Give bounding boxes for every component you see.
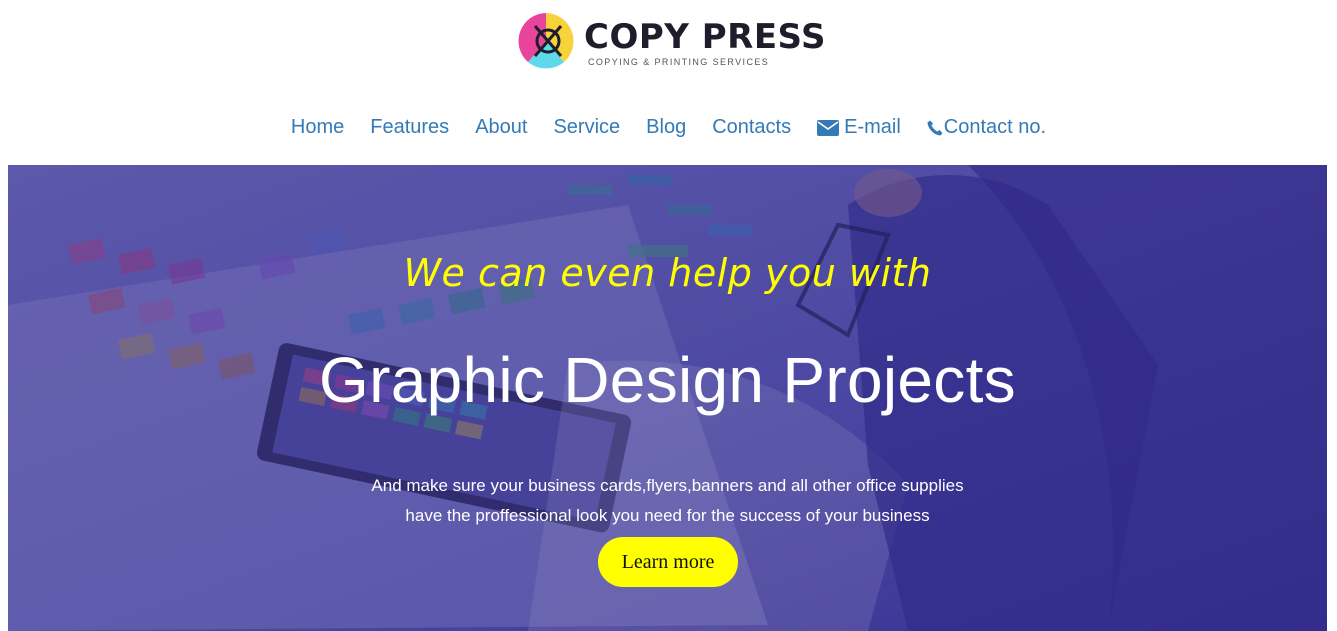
hero-description-line-1: And make sure your business cards,flyers… bbox=[371, 476, 964, 495]
learn-more-button[interactable]: Learn more bbox=[598, 537, 738, 587]
hero-banner: We can even help you with Graphic Design… bbox=[8, 165, 1327, 631]
nav-features-label: Features bbox=[370, 116, 450, 138]
brand-tagline: COPYING & PRINTING SERVICES bbox=[588, 57, 770, 67]
nav-contact-number[interactable]: Contact no. bbox=[927, 116, 1046, 139]
nav-email[interactable]: E-mail bbox=[817, 116, 901, 139]
nav-blog[interactable]: Blog bbox=[646, 116, 686, 139]
hero-description-line-2: have the proffessional look you need for… bbox=[405, 506, 930, 525]
nav-blog-label: Blog bbox=[646, 116, 687, 138]
nav-service[interactable]: Service bbox=[553, 116, 620, 139]
hero-description: And make sure your business cards,flyers… bbox=[8, 471, 1327, 531]
envelope-icon bbox=[817, 119, 840, 136]
hero-title: Graphic Design Projects bbox=[319, 344, 1016, 416]
phone-icon bbox=[927, 120, 943, 135]
nav-contacts[interactable]: Contacts bbox=[712, 116, 791, 139]
nav-email-label: E-mail bbox=[844, 116, 901, 138]
brand-name: COPY PRESS bbox=[584, 17, 827, 57]
site-header: COPY PRESS COPYING & PRINTING SERVICES H… bbox=[0, 0, 1337, 165]
nav-home[interactable]: Home bbox=[291, 116, 344, 139]
main-nav: Home Features About Service Blog Contact… bbox=[0, 116, 1337, 139]
nav-service-label: Service bbox=[553, 116, 621, 138]
logo[interactable]: COPY PRESS COPYING & PRINTING SERVICES bbox=[518, 8, 826, 74]
nav-about-label: About bbox=[475, 116, 528, 138]
nav-about[interactable]: About bbox=[475, 116, 527, 139]
nav-contacts-label: Contacts bbox=[712, 116, 792, 138]
nav-home-label: Home bbox=[290, 116, 345, 138]
logo-mark-icon bbox=[518, 13, 574, 69]
nav-contact-number-label: Contact no. bbox=[943, 116, 1047, 138]
nav-features[interactable]: Features bbox=[370, 116, 449, 139]
hero-content: We can even help you with Graphic Design… bbox=[8, 165, 1327, 631]
hero-subtitle: We can even help you with bbox=[403, 251, 932, 295]
